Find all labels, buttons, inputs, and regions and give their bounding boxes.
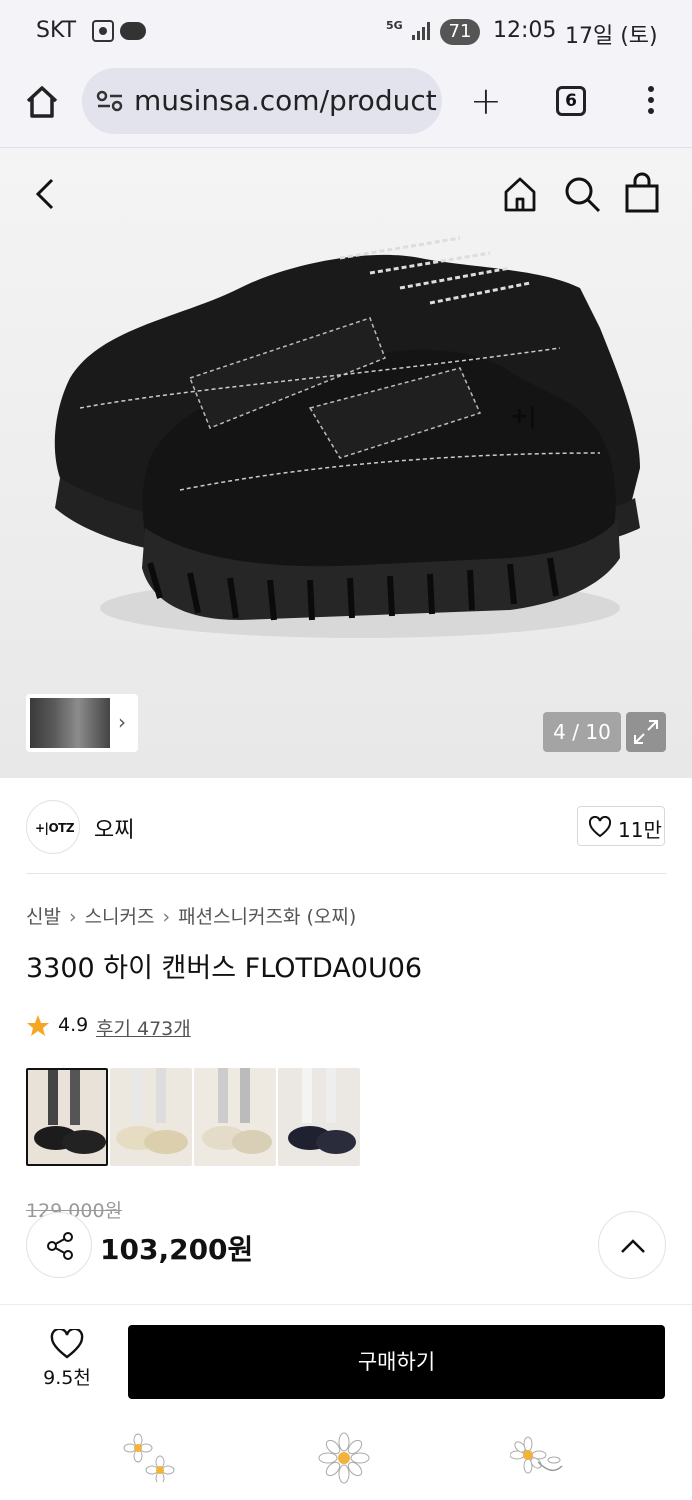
search-icon[interactable]: [562, 174, 602, 214]
site-settings-icon[interactable]: [96, 90, 124, 112]
heart-icon: [50, 1329, 84, 1359]
tab-switcher-button[interactable]: 6: [556, 86, 586, 116]
sale-price: 103,200원: [100, 1233, 254, 1266]
home-nav-icon[interactable]: [318, 1432, 370, 1484]
chevron-up-icon: [621, 1239, 645, 1253]
color-option-thumbnail[interactable]: [194, 1068, 276, 1166]
network-type-label: 5G: [386, 19, 403, 32]
browser-home-icon[interactable]: [22, 82, 62, 122]
brand-like-count: 11만: [618, 818, 662, 842]
brand-row[interactable]: +|OTZ 오찌 11만: [0, 796, 692, 874]
gallery-thumbnail[interactable]: [30, 698, 110, 748]
system-nav-bar: [0, 1414, 692, 1500]
cart-icon[interactable]: [622, 172, 662, 214]
cloud-icon: [120, 22, 146, 40]
gallery-thumbnail-strip[interactable]: ›: [26, 694, 138, 752]
signal-icon: [412, 22, 432, 40]
product-gallery[interactable]: +| › 4 / 10: [0, 148, 692, 778]
color-option-thumbnail[interactable]: [110, 1068, 192, 1166]
breadcrumb-item[interactable]: 신발: [26, 906, 61, 928]
date-label: 17일 (토): [565, 24, 658, 49]
scroll-top-button[interactable]: [598, 1211, 666, 1279]
expand-icon[interactable]: [626, 712, 666, 752]
clock: 12:05: [493, 18, 557, 43]
address-bar[interactable]: musinsa.com/product: [82, 68, 442, 134]
brand-logo[interactable]: +|OTZ: [26, 800, 80, 854]
home-icon[interactable]: [500, 174, 540, 214]
brand-name[interactable]: 오찌: [94, 812, 134, 844]
product-image: +|: [54, 236, 640, 638]
share-button[interactable]: [26, 1212, 92, 1278]
share-icon: [47, 1232, 73, 1260]
breadcrumb-item[interactable]: 패션스니커즈화 (오찌): [178, 906, 356, 928]
svg-text:+|: +|: [510, 404, 536, 429]
recent-apps-icon[interactable]: [122, 1432, 178, 1482]
battery-indicator: 71: [440, 19, 480, 45]
heart-icon: [588, 816, 612, 838]
color-option-thumbnail[interactable]: [278, 1068, 360, 1166]
screenshot-icon: [92, 20, 114, 42]
review-link[interactable]: 후기 473개: [96, 1014, 191, 1041]
breadcrumb-item[interactable]: 스니커즈: [85, 906, 155, 928]
star-icon: [27, 1015, 49, 1036]
color-option-list: [26, 1068, 366, 1168]
color-option-thumbnail[interactable]: [26, 1068, 108, 1166]
chevron-right-icon: ›: [162, 906, 171, 928]
wishlist-count: 9.5천: [43, 1367, 91, 1389]
divider: [26, 873, 666, 874]
brand-like-button[interactable]: 11만: [577, 806, 665, 846]
bottom-action-bar: 9.5천 구매하기: [0, 1304, 692, 1414]
buy-button[interactable]: 구매하기: [128, 1325, 665, 1399]
back-icon[interactable]: [30, 176, 60, 212]
new-tab-icon[interactable]: +: [470, 82, 502, 120]
image-counter: 4 / 10: [543, 712, 621, 752]
back-nav-icon[interactable]: [510, 1436, 564, 1480]
rating-score: 4.9: [58, 1014, 89, 1036]
browser-toolbar: musinsa.com/product + 6: [0, 64, 692, 148]
breadcrumb: 신발 › 스니커즈 › 패션스니커즈화 (오찌): [26, 902, 356, 929]
product-title: 3300 하이 캔버스 FLOTDA0U06: [26, 953, 423, 984]
chevron-right-icon: ›: [68, 906, 77, 928]
status-bar: SKT 5G 71 12:05 17일 (토): [0, 0, 692, 64]
wishlist-button[interactable]: 9.5천: [36, 1329, 98, 1399]
url-text: musinsa.com/product: [134, 84, 437, 117]
carrier-label: SKT: [36, 18, 77, 43]
chevron-right-icon[interactable]: ›: [118, 710, 126, 734]
more-menu-icon[interactable]: [646, 86, 656, 120]
